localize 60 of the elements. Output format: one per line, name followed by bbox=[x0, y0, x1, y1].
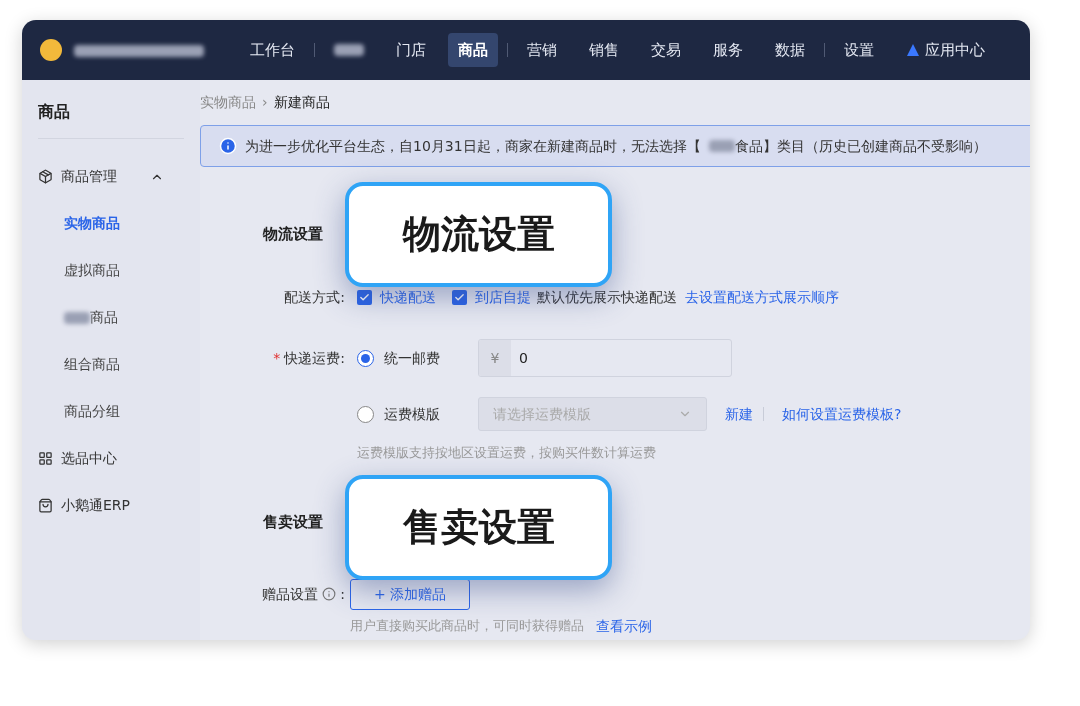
section-heading: 售卖设置 bbox=[263, 511, 323, 533]
info-icon bbox=[219, 137, 237, 155]
check-icon bbox=[454, 292, 465, 303]
sidebar-subitem[interactable]: 实物商品 bbox=[38, 200, 184, 247]
notice-text: 为进一步优化平台生态，自10月31日起，商家在新建商品时，无法选择【 bbox=[245, 136, 701, 156]
nav-tab[interactable]: 销售 bbox=[579, 33, 629, 67]
triangle-logo-icon bbox=[906, 43, 920, 57]
sidebar-item[interactable]: 小鹅通ERP bbox=[38, 482, 184, 529]
field-label-text: 快递运费: bbox=[284, 349, 345, 366]
radio-button[interactable] bbox=[357, 405, 374, 423]
sidebar-item[interactable]: 选品中心 bbox=[38, 435, 184, 482]
sidebar-subitem[interactable]: 商品 bbox=[38, 294, 184, 341]
radio-label: 运费模版 bbox=[384, 404, 441, 424]
nav-tab[interactable]: 服务 bbox=[703, 33, 753, 67]
sidebar-item[interactable]: 商品管理 bbox=[38, 153, 184, 200]
nav-tab[interactable]: 设置 bbox=[834, 33, 884, 67]
box-icon bbox=[38, 169, 53, 184]
checkbox[interactable] bbox=[357, 290, 372, 305]
heading-callout-tooltip: 售卖设置 bbox=[345, 475, 612, 580]
sidebar-subitem[interactable]: 虚拟商品 bbox=[38, 247, 184, 294]
info-icon bbox=[322, 587, 337, 601]
example-link[interactable]: 查看示例 bbox=[596, 615, 652, 637]
delivery-note: 默认优先展示快递配送 bbox=[537, 288, 677, 307]
breadcrumb-separator: › bbox=[262, 93, 268, 112]
bag-icon bbox=[38, 498, 53, 513]
checkbox-label: 快递配送 bbox=[380, 288, 436, 307]
colon: : bbox=[340, 584, 345, 604]
nav-tab[interactable]: 营销 bbox=[517, 33, 567, 67]
help-link[interactable]: 新建 bbox=[725, 403, 753, 425]
breadcrumb-current: 新建商品 bbox=[273, 93, 330, 112]
checkbox[interactable] bbox=[452, 290, 467, 305]
checkbox-label: 到店自提 bbox=[475, 288, 531, 307]
nav-tab[interactable]: 门店 bbox=[386, 33, 436, 67]
radio-button[interactable] bbox=[357, 349, 374, 367]
settings-link[interactable]: 去设置配送方式展示顺序 bbox=[685, 287, 839, 308]
radio-label: 统一邮费 bbox=[384, 348, 441, 368]
sidebar-subitem[interactable]: 商品分组 bbox=[38, 388, 184, 435]
help-link[interactable]: 如何设置运费模板? bbox=[782, 403, 902, 425]
price-input[interactable]: ¥ 0 bbox=[478, 339, 732, 377]
field-label: 配送方式: bbox=[283, 288, 345, 307]
hint-text: 用户直接购买此商品时，可同时获得赠品 bbox=[350, 617, 584, 636]
blurred-text bbox=[334, 44, 364, 56]
nav-tab[interactable]: 工作台 bbox=[240, 33, 305, 67]
section-heading: 物流设置 bbox=[263, 224, 323, 245]
nav-tab[interactable]: 数据 bbox=[765, 33, 815, 67]
hint-text: 运费模版支持按地区设置运费，按购买件数计算运费 bbox=[357, 444, 657, 462]
nav-tab[interactable]: 商品 bbox=[448, 33, 498, 67]
sidebar-title: 商品 bbox=[38, 101, 71, 123]
nav-tab[interactable]: 交易 bbox=[641, 33, 691, 67]
check-icon bbox=[359, 292, 370, 303]
app-center-tab[interactable]: 应用中心 bbox=[896, 33, 995, 67]
notice-text: 食品】类目（历史已创建商品不受影响） bbox=[734, 136, 987, 156]
currency-prefix: ¥ bbox=[479, 340, 511, 376]
blurred-text bbox=[64, 311, 90, 324]
field-label: 赠品设置 bbox=[262, 584, 319, 604]
required-mark: * bbox=[273, 349, 281, 366]
heading-callout-tooltip: 物流设置 bbox=[345, 182, 612, 287]
blurred-text bbox=[708, 140, 735, 152]
sidebar-subitem[interactable]: 组合商品 bbox=[38, 341, 184, 388]
grid-icon bbox=[38, 451, 53, 466]
